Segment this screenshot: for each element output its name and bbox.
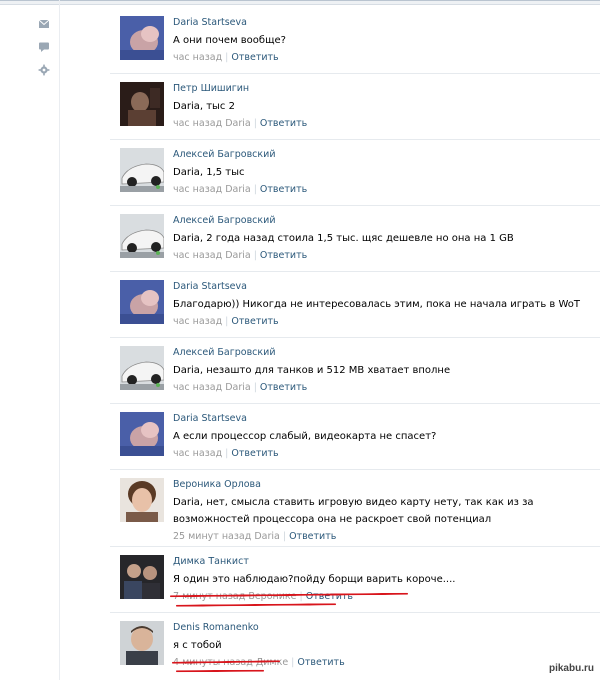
comment-icon[interactable] <box>38 41 50 53</box>
online-indicator <box>156 251 160 255</box>
comment-item: Алексей Багровский Daria, незашто для та… <box>110 338 600 404</box>
comment-item: Daria Startseva А они почем вообще? час … <box>110 8 600 74</box>
comment-author[interactable]: Димка Танкист <box>173 555 600 569</box>
comment-item: Daria Startseva А если процессор слабый,… <box>110 404 600 470</box>
comment-author[interactable]: Алексей Багровский <box>173 214 600 228</box>
comment-item: Димка Танкист Я один это наблюдаю?пойду … <box>110 547 600 613</box>
left-sidebar <box>30 0 60 680</box>
watermark: pikabu.ru <box>548 663 594 674</box>
comment-time[interactable]: 25 минут назад <box>173 531 251 542</box>
comment-item: Алексей Багровский Daria, 2 года назад с… <box>110 206 600 272</box>
comment-item: Петр Шишигин Daria, тыс 2 час назад Dari… <box>110 74 600 140</box>
online-indicator <box>156 185 160 189</box>
comment-meta: 4 минуты назад Димке | Ответить <box>173 657 345 668</box>
avatar[interactable] <box>120 555 164 599</box>
reply-button[interactable]: Ответить <box>231 316 278 327</box>
comment-text: Daria, нет, смысла ставить игровую видео… <box>173 497 534 525</box>
reply-target[interactable]: Веронике <box>248 591 296 602</box>
comment-time[interactable]: час назад <box>173 52 222 63</box>
comment-time[interactable]: час назад <box>173 448 222 459</box>
reply-button[interactable]: Ответить <box>289 531 336 542</box>
comment-text: Я один это наблюдаю?пойду борщи варить к… <box>173 574 456 585</box>
mail-icon[interactable] <box>38 18 50 30</box>
reply-target[interactable]: Daria <box>225 382 251 393</box>
avatar[interactable] <box>120 82 164 126</box>
reply-target[interactable]: Daria <box>225 250 251 261</box>
comment-author[interactable]: Daria Startseva <box>173 16 600 30</box>
reply-target[interactable]: Daria <box>225 118 251 129</box>
comment-meta: час назад Daria | Ответить <box>173 250 308 261</box>
comment-meta: 25 минут назад Daria | Ответить <box>173 531 337 542</box>
comment-meta: час назад Daria | Ответить <box>173 118 308 129</box>
avatar[interactable] <box>120 621 164 665</box>
comment-time[interactable]: час назад <box>173 316 222 327</box>
comment-author[interactable]: Алексей Багровский <box>173 148 600 162</box>
avatar[interactable] <box>120 412 164 456</box>
comment-text: А если процессор слабый, видеокарта не с… <box>173 431 437 442</box>
comment-text: А они почем вообще? <box>173 35 286 46</box>
comment-text: Daria, тыс 2 <box>173 101 235 112</box>
comment-item: Алексей Багровский Daria, 1,5 тыс час на… <box>110 140 600 206</box>
comment-text: Благодарю)) Никогда не интересовалась эт… <box>173 299 581 310</box>
comment-text: Daria, незашто для танков и 512 MB хвата… <box>173 365 451 376</box>
comment-author[interactable]: Алексей Багровский <box>173 346 600 360</box>
comment-author[interactable]: Петр Шишигин <box>173 82 600 96</box>
settings-icon[interactable] <box>38 64 50 76</box>
comment-meta: час назад | Ответить <box>173 448 279 459</box>
comment-author[interactable]: Denis Romanenko <box>173 621 600 635</box>
comment-author[interactable]: Daria Startseva <box>173 280 600 294</box>
avatar[interactable] <box>120 280 164 324</box>
avatar[interactable] <box>120 478 164 522</box>
comment-time[interactable]: час назад <box>173 382 222 393</box>
comment-item: Daria Startseva Благодарю)) Никогда не и… <box>110 272 600 338</box>
reply-button[interactable]: Ответить <box>260 184 307 195</box>
comment-time[interactable]: час назад <box>173 118 222 129</box>
avatar[interactable] <box>120 16 164 60</box>
comment-text: Daria, 1,5 тыс <box>173 167 245 178</box>
reply-button[interactable]: Ответить <box>231 52 278 63</box>
comment-author[interactable]: Daria Startseva <box>173 412 600 426</box>
comment-meta: час назад | Ответить <box>173 316 279 327</box>
reply-target[interactable]: Daria <box>254 531 280 542</box>
comment-item: Вероника Орлова Daria, нет, смысла стави… <box>110 470 600 547</box>
comment-meta: час назад Daria | Ответить <box>173 184 308 195</box>
comment-meta: 7 минут назад Веронике | Ответить <box>173 591 353 602</box>
comments-feed: Daria Startseva А они почем вообще? час … <box>110 8 600 679</box>
reply-button[interactable]: Ответить <box>260 382 307 393</box>
reply-button[interactable]: Ответить <box>260 118 307 129</box>
top-divider <box>0 4 600 5</box>
comment-meta: час назад | Ответить <box>173 52 279 63</box>
comment-time[interactable]: час назад <box>173 184 222 195</box>
comment-meta: час назад Daria | Ответить <box>173 382 308 393</box>
reply-button[interactable]: Ответить <box>297 657 344 668</box>
online-indicator <box>156 383 160 387</box>
comment-text: Daria, 2 года назад стоила 1,5 тыс. щяс … <box>173 233 514 244</box>
comment-author[interactable]: Вероника Орлова <box>173 478 600 492</box>
comment-time[interactable]: час назад <box>173 250 222 261</box>
reply-button[interactable]: Ответить <box>231 448 278 459</box>
comment-item: Denis Romanenko я с тобой 4 минуты назад… <box>110 613 600 679</box>
reply-button[interactable]: Ответить <box>260 250 307 261</box>
reply-target[interactable]: Daria <box>225 184 251 195</box>
comment-text: я с тобой <box>173 640 222 651</box>
